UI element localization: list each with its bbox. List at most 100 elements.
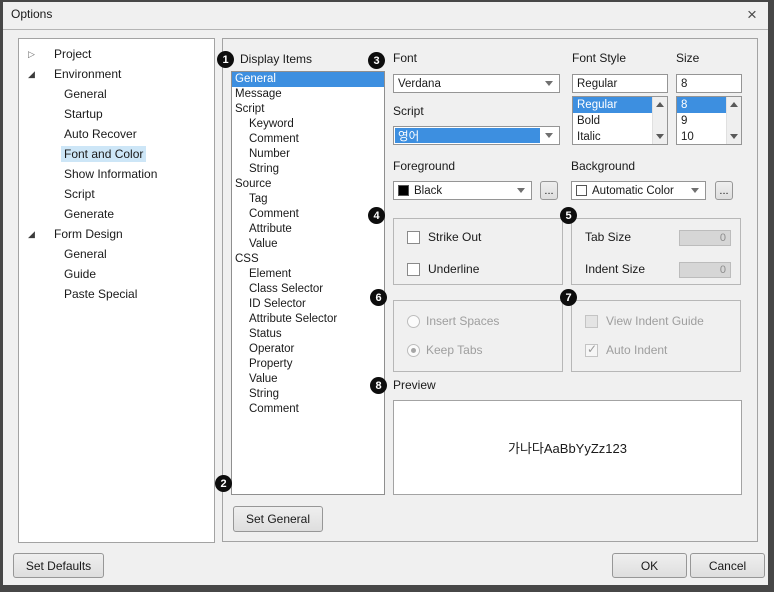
tree-item-script[interactable]: Script: [19, 184, 214, 204]
display-item-operator[interactable]: Operator: [232, 342, 384, 357]
set-general-button[interactable]: Set General: [233, 506, 323, 532]
tree-item-general[interactable]: General: [19, 244, 214, 264]
size-scrollbar[interactable]: [726, 97, 741, 144]
display-item-class-selector[interactable]: Class Selector: [232, 282, 384, 297]
background-combobox[interactable]: Automatic Color: [571, 181, 706, 200]
display-item-comment[interactable]: Comment: [232, 132, 384, 147]
size-option-8[interactable]: 8: [677, 97, 726, 113]
font-value: Verdana: [395, 76, 540, 91]
dropdown-arrow-icon[interactable]: [540, 133, 558, 138]
ok-button[interactable]: OK: [612, 553, 687, 578]
strike-out-checkbox[interactable]: [407, 231, 420, 244]
underline-option[interactable]: Underline: [407, 262, 479, 276]
tree-item-font-and-color[interactable]: Font and Color: [19, 144, 214, 164]
dropdown-arrow-icon[interactable]: [540, 81, 558, 86]
background-value: Automatic Color: [592, 185, 674, 197]
display-items-list[interactable]: GeneralMessageScriptKeywordCommentNumber…: [231, 71, 385, 495]
font-style-option-regular[interactable]: Regular: [573, 97, 652, 113]
display-item-attribute-selector[interactable]: Attribute Selector: [232, 312, 384, 327]
chevron-expanded-icon[interactable]: ◢: [28, 69, 51, 80]
keep-tabs-radio[interactable]: [407, 344, 420, 357]
tree-item-label: Font and Color: [61, 146, 146, 162]
display-item-comment[interactable]: Comment: [232, 207, 384, 222]
chevron-collapsed-icon[interactable]: ▷: [28, 49, 51, 60]
auto-indent-option[interactable]: ✓ Auto Indent: [585, 343, 667, 357]
scroll-up-icon[interactable]: [730, 102, 738, 107]
background-swatch: [576, 185, 587, 196]
keep-tabs-option[interactable]: Keep Tabs: [407, 343, 483, 357]
display-item-tag[interactable]: Tag: [232, 192, 384, 207]
display-item-value[interactable]: Value: [232, 237, 384, 252]
tree-item-auto-recover[interactable]: Auto Recover: [19, 124, 214, 144]
tree-item-label: General: [61, 86, 110, 102]
tree-item-show-information[interactable]: Show Information: [19, 164, 214, 184]
display-item-message[interactable]: Message: [232, 87, 384, 102]
set-defaults-button[interactable]: Set Defaults: [13, 553, 104, 578]
display-item-value[interactable]: Value: [232, 372, 384, 387]
foreground-more-button[interactable]: ...: [540, 181, 558, 200]
view-indent-guide-checkbox[interactable]: [585, 315, 598, 328]
badge-5: 5: [560, 207, 577, 224]
background-more-button[interactable]: ...: [715, 181, 733, 200]
foreground-combobox[interactable]: Black: [393, 181, 532, 200]
display-item-attribute[interactable]: Attribute: [232, 222, 384, 237]
scroll-down-icon[interactable]: [730, 134, 738, 139]
size-input[interactable]: 8: [676, 74, 742, 93]
insert-spaces-option[interactable]: Insert Spaces: [407, 314, 499, 328]
font-style-option-italic[interactable]: Italic: [573, 129, 652, 145]
display-item-string[interactable]: String: [232, 162, 384, 177]
indent-size-input[interactable]: 0: [679, 262, 731, 278]
view-indent-guide-option[interactable]: View Indent Guide: [585, 314, 704, 328]
close-icon[interactable]: ×: [742, 4, 762, 26]
strike-out-option[interactable]: Strike Out: [407, 230, 481, 244]
display-item-number[interactable]: Number: [232, 147, 384, 162]
badge-3: 3: [368, 52, 385, 69]
tree-item-startup[interactable]: Startup: [19, 104, 214, 124]
auto-indent-checkbox[interactable]: ✓: [585, 344, 598, 357]
display-item-comment[interactable]: Comment: [232, 402, 384, 417]
tree-item-project[interactable]: ▷Project: [19, 44, 214, 64]
chevron-expanded-icon[interactable]: ◢: [28, 229, 51, 240]
font-combobox[interactable]: Verdana: [393, 74, 560, 93]
underline-checkbox[interactable]: [407, 263, 420, 276]
tree-item-general[interactable]: General: [19, 84, 214, 104]
tree-item-label: Auto Recover: [61, 126, 140, 142]
font-style-list[interactable]: RegularBoldItalic: [572, 96, 668, 145]
tree-item-label: Startup: [61, 106, 106, 122]
tab-size-input[interactable]: 0: [679, 230, 731, 246]
script-combobox[interactable]: 영어: [393, 126, 560, 145]
dropdown-arrow-icon[interactable]: [512, 188, 530, 193]
tree-item-label: Paste Special: [61, 286, 140, 302]
font-style-option-bold[interactable]: Bold: [573, 113, 652, 129]
display-items-label: Display Items: [240, 52, 312, 66]
display-item-source[interactable]: Source: [232, 177, 384, 192]
size-option-9[interactable]: 9: [677, 113, 726, 129]
tree-item-paste-special[interactable]: Paste Special: [19, 284, 214, 304]
tree-item-guide[interactable]: Guide: [19, 264, 214, 284]
tree-item-generate[interactable]: Generate: [19, 204, 214, 224]
font-style-input[interactable]: Regular: [572, 74, 668, 93]
display-item-css[interactable]: CSS: [232, 252, 384, 267]
scroll-down-icon[interactable]: [656, 134, 664, 139]
display-item-script[interactable]: Script: [232, 102, 384, 117]
font-style-scrollbar[interactable]: [652, 97, 667, 144]
display-item-property[interactable]: Property: [232, 357, 384, 372]
display-item-keyword[interactable]: Keyword: [232, 117, 384, 132]
size-option-10[interactable]: 10: [677, 129, 726, 145]
display-item-id-selector[interactable]: ID Selector: [232, 297, 384, 312]
insert-spaces-radio[interactable]: [407, 315, 420, 328]
display-item-string[interactable]: String: [232, 387, 384, 402]
badge-6: 6: [370, 289, 387, 306]
title-bar[interactable]: Options ×: [0, 0, 774, 30]
display-item-element[interactable]: Element: [232, 267, 384, 282]
display-item-status[interactable]: Status: [232, 327, 384, 342]
scroll-up-icon[interactable]: [656, 102, 664, 107]
foreground-label: Foreground: [393, 159, 455, 173]
font-label: Font: [393, 51, 417, 65]
tree-item-form-design[interactable]: ◢Form Design: [19, 224, 214, 244]
display-item-general[interactable]: General: [232, 72, 384, 87]
size-list[interactable]: 8910: [676, 96, 742, 145]
cancel-button[interactable]: Cancel: [690, 553, 765, 578]
tree-item-environment[interactable]: ◢Environment: [19, 64, 214, 84]
dropdown-arrow-icon[interactable]: [686, 188, 704, 193]
